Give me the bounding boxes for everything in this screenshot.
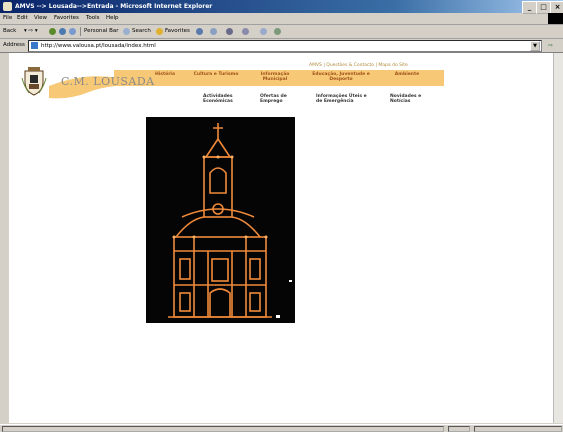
address-dropdown-icon[interactable]: ▼ — [530, 41, 540, 51]
nav-ambiente[interactable]: Ambiente — [392, 72, 422, 77]
address-input[interactable]: http://www.valousa.pt/lousada/index.html… — [28, 40, 542, 52]
stop-icon[interactable] — [49, 28, 56, 35]
zone-pane — [474, 426, 562, 432]
mail-icon[interactable] — [210, 28, 217, 35]
menu-edit[interactable]: Edit — [17, 13, 28, 24]
edit-icon[interactable] — [242, 28, 249, 35]
nav-informacao-municipal[interactable]: Informação Municipal — [258, 72, 292, 82]
go-icon[interactable]: ⇨ — [548, 39, 553, 52]
nav-educacao-juventude-desporto[interactable]: Educação, Juventude e Desporto — [309, 72, 373, 82]
search-button[interactable]: Search — [132, 25, 151, 38]
page-marker — [289, 280, 292, 282]
address-bar: Address http://www.valousa.pt/lousada/in… — [0, 39, 563, 53]
favorites-button[interactable]: Favorites — [165, 25, 190, 38]
back-dropdown-icon[interactable]: ▾ ⇨ ▾ — [24, 25, 38, 38]
status-pane — [448, 426, 470, 432]
menu-tools[interactable]: Tools — [86, 13, 100, 24]
menu-favorites[interactable]: Favorites — [54, 13, 79, 24]
nav-cultura-turismo[interactable]: Cultura e Turismo — [192, 72, 240, 77]
back-button[interactable]: Back — [3, 25, 16, 38]
page-marker — [276, 315, 280, 318]
discuss-icon[interactable] — [260, 28, 267, 35]
title-bar: AMVS --> Lousada-->Entrada - Microsoft I… — [0, 0, 563, 14]
nav-ofertas-emprego[interactable]: Ofertas de Emprego — [260, 94, 292, 104]
page-icon — [31, 42, 38, 49]
menu-bar: File Edit View Favorites Tools Help — [0, 13, 563, 25]
status-pane — [2, 426, 444, 432]
menu-view[interactable]: View — [34, 13, 47, 24]
crest-logo[interactable] — [21, 66, 47, 96]
nav-actividades-economicas[interactable]: Actividades Económicas — [203, 94, 237, 104]
address-url[interactable]: http://www.valousa.pt/lousada/index.html — [41, 41, 156, 51]
vertical-scrollbar[interactable] — [553, 53, 563, 423]
page-viewport: C.M. LOUSADA AMVS | Questões & Contacto … — [9, 53, 553, 423]
address-label: Address — [3, 42, 25, 48]
print-icon[interactable] — [226, 28, 233, 35]
refresh-icon[interactable] — [59, 28, 66, 35]
browser-window: AMVS --> Lousada-->Entrada - Microsoft I… — [0, 0, 563, 432]
church-photo — [146, 117, 295, 323]
search-icon[interactable] — [123, 28, 130, 35]
nav-novidades-noticias[interactable]: Novidades e Notícias — [390, 94, 424, 104]
nav-historia[interactable]: História — [152, 72, 178, 77]
windows-logo-icon — [548, 13, 563, 24]
menu-help[interactable]: Help — [106, 13, 119, 24]
favorites-icon[interactable] — [156, 28, 163, 35]
site-title: C.M. LOUSADA — [61, 75, 155, 88]
menu-file[interactable]: File — [3, 13, 12, 24]
ie-icon — [3, 2, 12, 11]
messenger-icon[interactable] — [274, 28, 281, 35]
window-title: AMVS --> Lousada-->Entrada - Microsoft I… — [15, 3, 213, 10]
toolbar-separator — [80, 27, 81, 36]
utility-links[interactable]: AMVS | Questões & Contacto | Mapa do Sit… — [309, 63, 408, 68]
home-icon[interactable] — [69, 28, 76, 35]
personal-bar-button[interactable]: Personal Bar — [84, 25, 119, 38]
toolbar: Back ▾ ⇨ ▾ Personal Bar Search Favorites — [0, 25, 563, 39]
history-icon[interactable] — [196, 28, 203, 35]
nav-informacoes-uteis[interactable]: Informações Úteis e de Emergência — [316, 94, 372, 104]
